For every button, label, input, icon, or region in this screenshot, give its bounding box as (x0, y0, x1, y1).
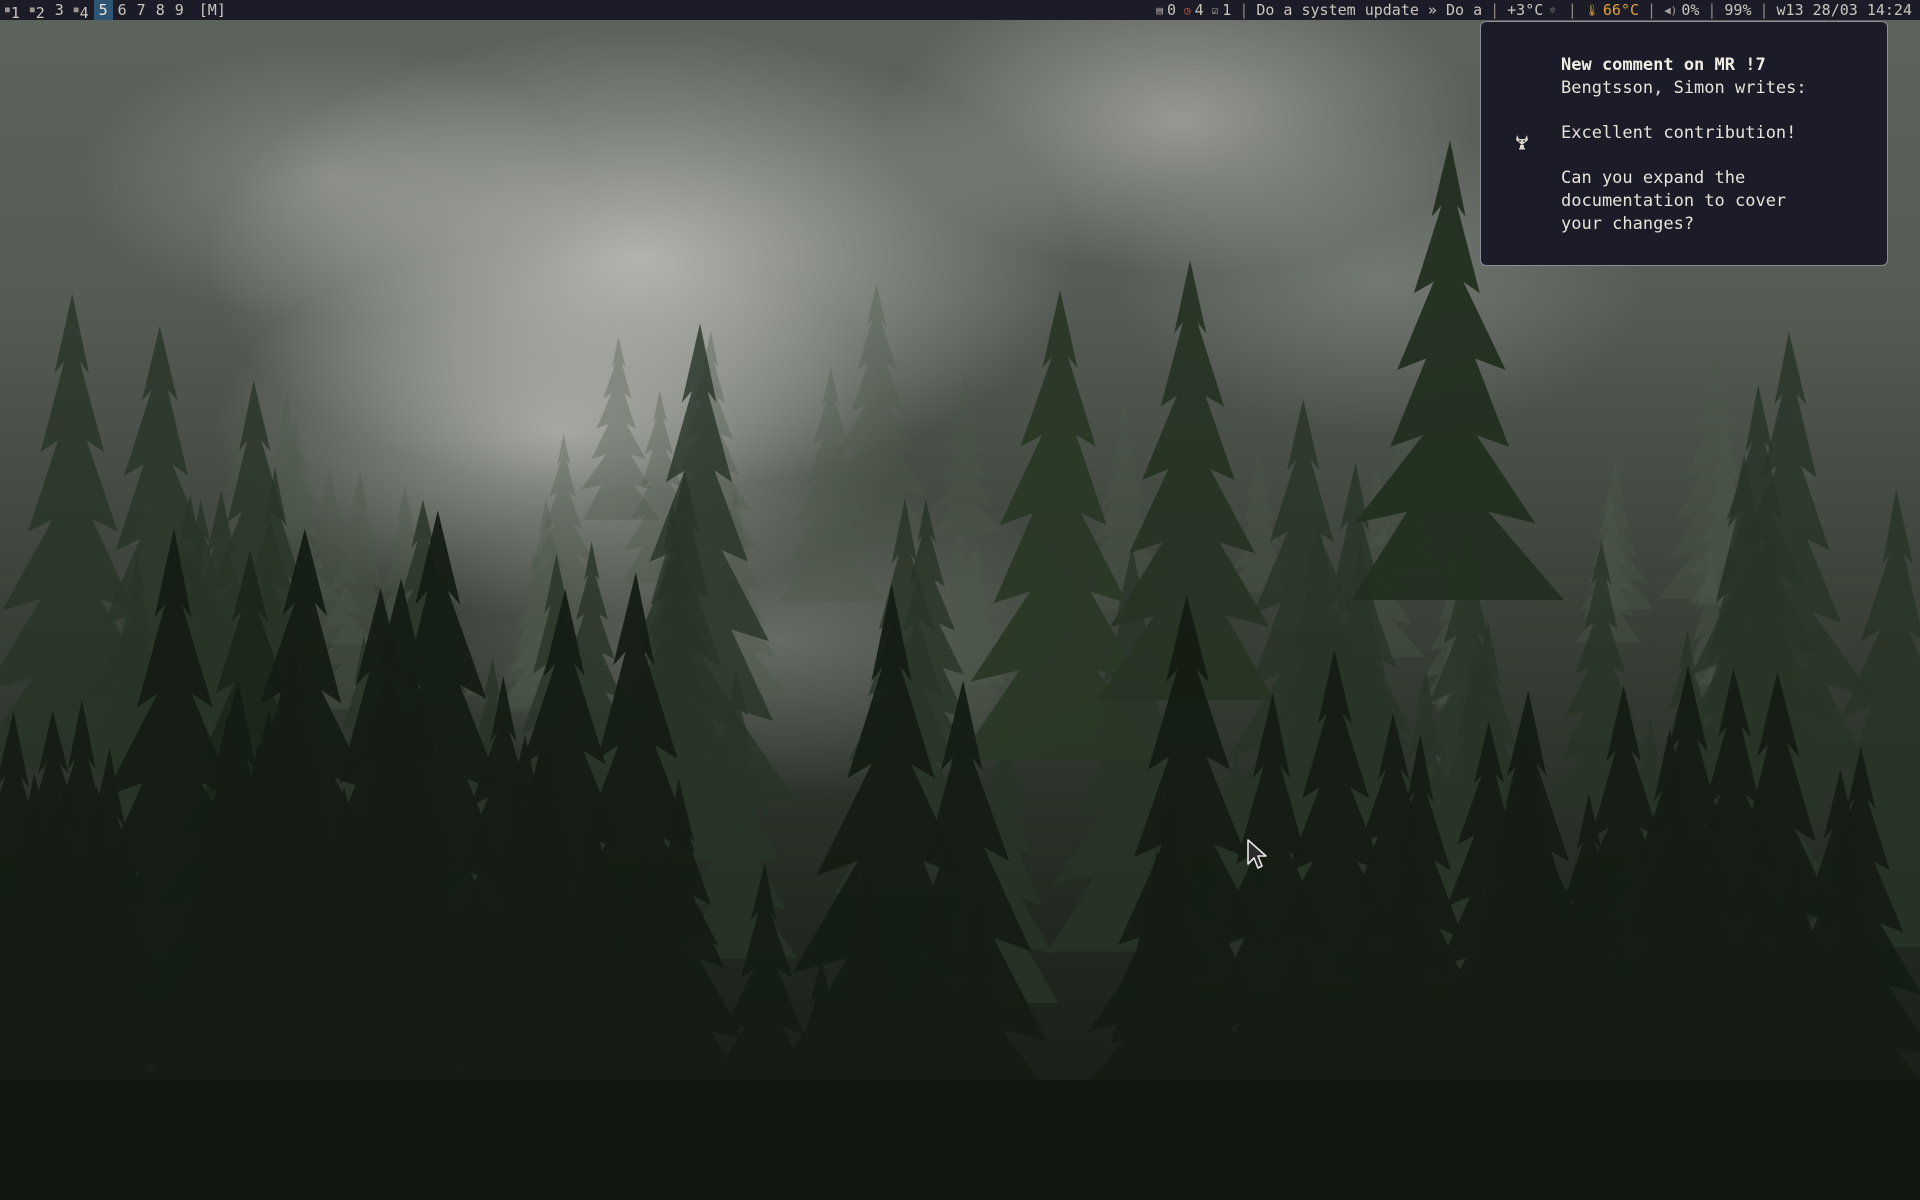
notification-message-line: Excellent contribution! (1561, 123, 1797, 143)
alarms-status[interactable]: ◷ 4 (1184, 0, 1212, 21)
workspace-2[interactable]: ■2 (25, 0, 50, 22)
workspace-5[interactable]: 5 (93, 0, 113, 20)
separator: | (1707, 1, 1717, 19)
workspace-8[interactable]: 8 (151, 0, 170, 20)
separator: | (1567, 1, 1577, 19)
window-indicator-icon: ■ (5, 5, 10, 14)
workspace-6[interactable]: 6 (113, 0, 132, 20)
thermometer-icon: 🌡︎ (1584, 3, 1599, 17)
top-bar: ■1 ■2 3 ■4 5 6 7 8 9 [M] ▤ 0 ◷ 4 ☑ 1 | Do a… (0, 0, 1920, 22)
forest-floor (0, 1080, 1920, 1200)
notification-body: New comment on MR !7 Bengtsson, Simon wr… (1561, 54, 1871, 236)
speaker-icon: ◀) (1664, 3, 1678, 17)
workspace-7[interactable]: 7 (132, 0, 151, 20)
workspace-3[interactable]: 3 (50, 0, 69, 20)
window-indicator-icon: ■ (29, 5, 35, 14)
notification-message-line: documentation to cover (1561, 191, 1787, 211)
weather-status[interactable]: +3°C ☼ (1507, 0, 1560, 21)
todo-status[interactable]: Do a system update » Do a (1256, 0, 1482, 20)
mouse-cursor-icon (1247, 839, 1267, 869)
volume-status[interactable]: ◀) 0% (1664, 0, 1699, 21)
tasks-status[interactable]: ☑ 1 (1212, 0, 1232, 21)
checkbox-icon: ☑ (1211, 3, 1219, 17)
notification-message-line: your changes? (1561, 214, 1695, 234)
tree-shape (1579, 454, 1654, 610)
gitlab-fox-icon (1516, 135, 1528, 150)
notification-popup[interactable]: New comment on MR !7 Bengtsson, Simon wr… (1480, 21, 1888, 266)
workspace-9[interactable]: 9 (170, 0, 189, 20)
cpu-temp-status[interactable]: 🌡︎ 66°C (1585, 0, 1639, 21)
separator: | (1647, 1, 1657, 19)
layout-indicator[interactable]: [M] (189, 0, 231, 20)
workspace-4[interactable]: ■4 (69, 0, 94, 22)
notification-author: Bengtsson, Simon writes: (1561, 78, 1807, 98)
workspace-1[interactable]: ■1 (0, 0, 25, 22)
documents-status[interactable]: ▤ 0 (1156, 0, 1184, 21)
separator: | (1490, 1, 1500, 19)
tree-shape (933, 374, 1005, 534)
notification-title: New comment on MR !7 (1561, 55, 1766, 75)
battery-status[interactable]: 99% (1724, 0, 1751, 20)
clock-status[interactable]: w13 28/03 14:24 (1777, 0, 1912, 20)
separator: | (1759, 1, 1769, 19)
document-icon: ▤ (1156, 3, 1163, 17)
window-indicator-icon: ■ (73, 5, 79, 14)
sun-icon: ☼ (1549, 3, 1556, 17)
notification-message-line: Can you expand the (1561, 168, 1746, 188)
workspace-switcher: ■1 ■2 3 ■4 5 6 7 8 9 [M] (0, 0, 231, 22)
status-area: ▤ 0 ◷ 4 ☑ 1 | Do a system update » Do a | +… (1156, 0, 1912, 20)
clock-icon: ◷ (1184, 3, 1191, 17)
desktop: ■1 ■2 3 ■4 5 6 7 8 9 [M] ▤ 0 ◷ 4 ☑ 1 | Do a… (0, 0, 1920, 1200)
separator: | (1239, 1, 1249, 19)
